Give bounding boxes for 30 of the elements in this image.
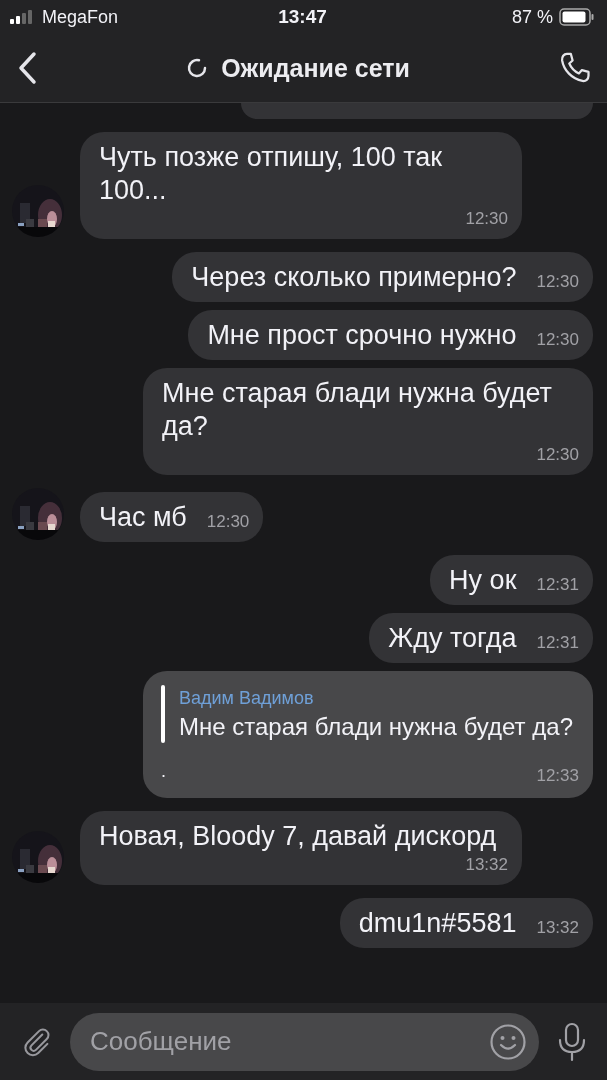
- message-time: 13:32: [535, 917, 579, 939]
- message-text: Новая, Bloody 7, давай дискорд: [99, 820, 497, 853]
- message-time: 12:33: [535, 765, 579, 787]
- message-text: Чуть позже отпишу, 100 так 100...: [99, 141, 444, 207]
- message-time: 12:30: [535, 329, 579, 351]
- message-text: Жду тогда: [388, 622, 517, 655]
- message-time: 12:31: [535, 574, 579, 596]
- message-input-field[interactable]: Сообщение: [70, 1012, 539, 1071]
- message-time: 13:32: [464, 854, 508, 876]
- message-text: Ну ок: [449, 564, 517, 597]
- message-text: Час мб: [99, 501, 187, 534]
- emoji-icon[interactable]: [489, 1022, 527, 1061]
- message-time: 12:30: [535, 444, 579, 466]
- message-text: Мне прост срочно нужно: [207, 319, 517, 352]
- message-text: dmu1n#5581: [358, 907, 517, 940]
- status-time: 13:47: [278, 6, 327, 28]
- message-text: Мне старая блади нужна будет да?: [162, 377, 553, 443]
- quoted-author: Вадим Вадимов: [179, 687, 315, 710]
- quoted-text: Мне старая блади нужна будет да?: [179, 712, 573, 742]
- message-time: 12:30: [535, 271, 579, 293]
- message-time: 12:31: [535, 632, 579, 654]
- message-time: 12:30: [464, 208, 508, 230]
- back-button[interactable]: [16, 51, 38, 85]
- carrier-name: MegaFon: [42, 6, 119, 28]
- message-time: 12:30: [205, 511, 250, 533]
- battery-icon: [559, 8, 595, 26]
- message-text: Через сколько примерно?: [191, 261, 517, 294]
- header-title: Ожидание сети: [221, 53, 410, 83]
- battery-percent: 87 %: [511, 6, 553, 28]
- message-text: .: [161, 760, 166, 783]
